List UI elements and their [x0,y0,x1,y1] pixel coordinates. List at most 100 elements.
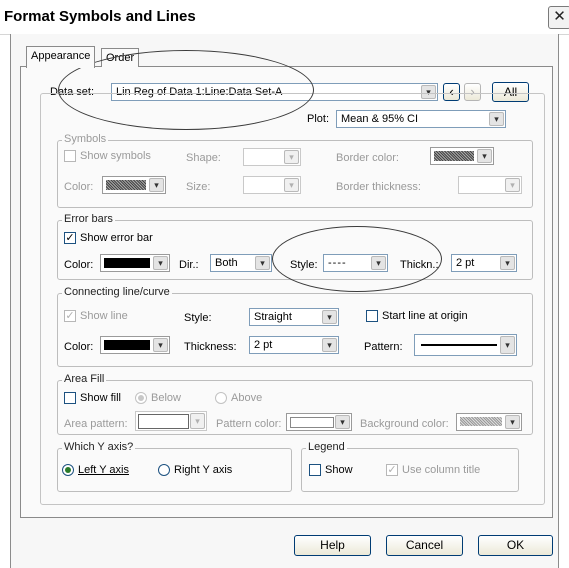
chevron-down-icon: ▾ [284,178,299,192]
shape-select[interactable]: ▾ [243,148,301,166]
error-bars-group-label: Error bars [62,213,115,225]
dialog-frame-right [558,34,559,568]
ok-button[interactable]: OK [478,535,553,556]
plot-select[interactable]: Mean & 95% CI ▾ [336,110,506,128]
area-pattern-swatch [138,414,189,429]
chevron-down-icon: ▾ [335,415,350,429]
y-axis-group-label: Which Y axis? [62,441,136,453]
show-symbols-checkbox[interactable] [64,150,76,162]
line-thickness-label: Thickness: [184,341,237,353]
size-label: Size: [186,181,211,193]
area-pattern-select[interactable]: ▾ [135,411,207,431]
show-line-checkbox[interactable]: ✓ [64,310,76,322]
tab-appearance[interactable]: Appearance [26,46,96,68]
pattern-color-swatch [290,417,334,428]
right-y-axis-radio[interactable] [158,464,170,476]
radio-dot [65,467,71,473]
legend-group-label: Legend [306,441,347,453]
symbol-color-picker[interactable]: ▾ [102,176,166,194]
line-style-label: Style: [184,312,212,324]
pattern-color-picker[interactable]: ▾ [286,413,352,431]
border-color-label: Border color: [336,152,399,164]
border-thickness-select[interactable]: ▾ [458,176,522,194]
border-color-picker[interactable]: ▾ [430,147,494,165]
line-thickness-value: 2 pt [254,339,273,351]
chevron-down-icon: ▾ [153,256,168,270]
show-fill-checkbox[interactable] [64,392,76,404]
background-color-label: Background color: [360,418,449,430]
symbol-color-label: Color: [64,181,94,193]
right-y-axis-label: Right Y axis [174,464,233,476]
error-thickness-select[interactable]: 2 pt ▾ [451,254,517,272]
radio-dot [138,395,144,401]
line-color-swatch [104,340,150,350]
border-thickness-label: Border thickness: [336,181,421,193]
help-button[interactable]: Help [294,535,371,556]
border-color-swatch [434,151,474,161]
error-color-label: Color: [64,259,94,271]
area-fill-group-label: Area Fill [62,373,107,385]
size-select[interactable]: ▾ [243,176,301,194]
window-title: Format Symbols and Lines [4,8,196,25]
cancel-button[interactable]: Cancel [386,535,463,556]
line-pattern-select[interactable]: ▾ [414,334,517,356]
error-color-swatch [104,258,150,268]
start-line-at-origin-label: Start line at origin [382,310,468,322]
legend-show-label: Show [325,464,353,476]
chevron-down-icon: ▾ [477,149,492,163]
dir-value: Both [215,257,238,269]
below-label: Below [151,392,181,404]
tab-appearance-label: Appearance [31,50,91,62]
legend-show-checkbox[interactable] [309,464,321,476]
chevron-down-icon: ▾ [322,310,337,324]
line-style-value: Straight [254,311,292,323]
above-label: Above [231,392,263,404]
chevron-down-icon: ▾ [284,150,299,164]
use-column-title-label: Use column title [402,464,481,476]
solid-line-pattern [421,344,497,346]
chevron-down-icon: ▾ [489,112,504,126]
chevron-down-icon: ▾ [153,338,168,352]
symbols-group-label: Symbols [62,133,109,145]
background-color-picker[interactable]: ▾ [456,413,522,431]
left-y-axis-radio[interactable] [62,464,74,476]
show-error-bar-checkbox[interactable]: ✓ [64,232,76,244]
shape-label: Shape: [186,152,221,164]
above-radio[interactable] [215,392,227,404]
below-radio[interactable] [135,392,147,404]
background-color-swatch [460,417,502,426]
chevron-down-icon: ▾ [505,178,520,192]
show-symbols-label: Show symbols [80,150,151,162]
chevron-down-icon: ▾ [255,256,270,270]
line-color-picker[interactable]: ▾ [100,336,170,354]
connecting-line-group-label: Connecting line/curve [62,286,172,298]
chevron-down-icon: ▾ [190,413,205,429]
chevron-down-icon: ▾ [500,256,515,270]
pattern-color-label: Pattern color: [216,418,282,430]
show-line-label: Show line [80,310,128,322]
dir-label: Dir.: [179,259,199,271]
chevron-down-icon: ▾ [322,338,337,352]
chevron-down-icon: ▾ [500,336,515,354]
use-column-title-checkbox[interactable]: ✓ [386,464,398,476]
error-thickness-value: 2 pt [456,257,475,269]
plot-label: Plot: [307,113,330,125]
show-fill-label: Show fill [80,392,121,404]
annotation-ellipse-dataset [58,50,314,130]
line-thickness-select[interactable]: 2 pt ▾ [249,336,339,354]
show-error-bar-label: Show error bar [80,232,153,244]
line-color-label: Color: [64,341,94,353]
chevron-down-icon: ▾ [149,178,164,192]
area-pattern-label: Area pattern: [64,418,128,430]
annotation-ellipse-style [272,226,442,292]
error-color-picker[interactable]: ▾ [100,254,170,272]
left-y-axis-label: Left Y axis [78,464,129,476]
chevron-down-icon: ▾ [505,415,520,429]
symbol-color-swatch [106,180,146,190]
dir-select[interactable]: Both ▾ [210,254,272,272]
start-line-at-origin-checkbox[interactable] [366,310,378,322]
line-style-select[interactable]: Straight ▾ [249,308,339,326]
line-pattern-label: Pattern: [364,341,403,353]
close-button[interactable]: ✕ [548,6,569,29]
dialog-frame-left [10,34,11,568]
